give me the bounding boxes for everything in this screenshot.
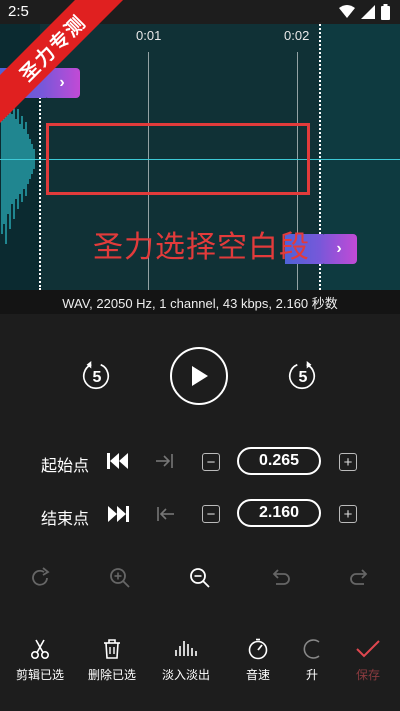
waveform-area[interactable]: 0:01 0:02 › › 圣力选择空白段 — [0, 24, 400, 290]
arrow-to-bar-icon — [156, 454, 173, 468]
trash-icon — [104, 639, 120, 659]
wifi-icon — [339, 5, 355, 18]
selection-start-line — [39, 94, 41, 290]
nav-cut[interactable]: 剪辑已选 — [10, 638, 70, 683]
undo-button[interactable] — [268, 566, 292, 595]
undo-icon — [272, 569, 290, 585]
status-time: 2:5 — [8, 3, 29, 20]
chevron-right-icon: › — [336, 240, 342, 257]
reset-button[interactable] — [28, 566, 52, 595]
timeline-tick-label: 0:02 — [284, 28, 310, 43]
set-start-to-cursor-button[interactable] — [155, 452, 175, 475]
zoom-out-button[interactable] — [188, 566, 212, 595]
forward-button[interactable]: 5 — [286, 360, 320, 394]
waveform-bars-icon — [175, 641, 197, 656]
zoom-out-icon — [190, 568, 210, 588]
battery-icon — [381, 4, 390, 20]
annotation-box — [46, 123, 310, 195]
refresh-icon — [32, 567, 50, 586]
nav-cut-label: 剪辑已选 — [15, 668, 64, 682]
nav-fade[interactable]: 淡入淡出 — [156, 638, 216, 683]
nav-delete-label: 删除已选 — [87, 668, 136, 682]
skip-to-start-icon — [107, 453, 128, 469]
plus-icon: + — [343, 505, 353, 523]
scissors-icon — [30, 639, 50, 660]
forward-seconds: 5 — [298, 369, 308, 386]
status-icons — [339, 3, 390, 21]
start-increase-button[interactable]: + — [339, 453, 357, 471]
signal-icon — [361, 5, 375, 19]
nav-fade-label: 淡入淡出 — [161, 668, 210, 682]
nav-upgrade[interactable]: 升 — [292, 638, 332, 683]
end-increase-button[interactable]: + — [339, 505, 357, 523]
end-decrease-button[interactable]: − — [202, 505, 220, 523]
annotation-text: 圣力选择空白段 — [93, 231, 310, 264]
end-value-field[interactable]: 2.160 — [237, 499, 321, 527]
end-point-label: 结束点 — [41, 511, 90, 528]
rewind-button[interactable]: 5 — [80, 360, 114, 394]
minus-icon: − — [206, 505, 216, 523]
minus-icon: − — [206, 453, 216, 471]
start-point-label: 起始点 — [41, 458, 90, 475]
jump-to-end-button[interactable] — [106, 504, 130, 529]
play-icon — [192, 366, 208, 386]
bar-from-arrow-icon — [157, 507, 174, 521]
set-end-to-cursor-button[interactable] — [155, 505, 175, 528]
rewind-seconds: 5 — [92, 369, 102, 386]
chevron-right-icon: › — [59, 74, 65, 91]
plus-icon: + — [343, 453, 353, 471]
checkmark-icon — [356, 640, 380, 658]
redo-icon — [350, 569, 368, 585]
upgrade-icon — [303, 639, 320, 659]
skip-to-end-icon — [108, 506, 129, 522]
start-value-field[interactable]: 0.265 — [237, 447, 321, 475]
nav-save[interactable]: 保存 — [338, 638, 398, 683]
redo-button[interactable] — [348, 566, 372, 595]
nav-speed[interactable]: 音速 — [228, 638, 288, 683]
jump-to-start-button[interactable] — [106, 451, 130, 476]
speedometer-icon — [248, 638, 268, 660]
timeline-tick-label: 0:01 — [136, 28, 162, 43]
start-decrease-button[interactable]: − — [202, 453, 220, 471]
end-marker-next-button[interactable]: › — [321, 234, 357, 264]
zoom-in-icon — [110, 568, 130, 588]
nav-speed-label: 音速 — [245, 668, 270, 682]
nav-save-label: 保存 — [355, 668, 380, 682]
play-button[interactable] — [170, 347, 228, 405]
nav-upgrade-label: 升 — [305, 668, 318, 682]
zoom-in-button[interactable] — [108, 566, 132, 595]
file-info-bar: WAV, 22050 Hz, 1 channel, 43 kbps, 2.160… — [0, 290, 400, 314]
nav-delete[interactable]: 删除已选 — [82, 638, 142, 683]
